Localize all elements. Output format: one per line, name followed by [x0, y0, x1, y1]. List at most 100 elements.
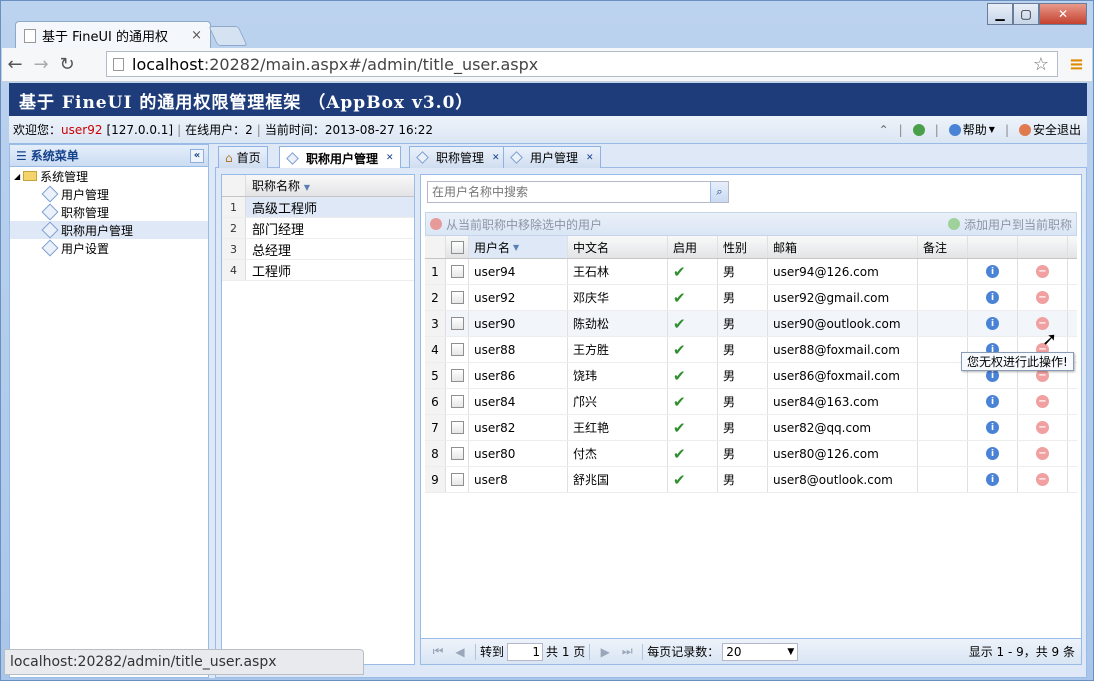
tab-label: 用户管理 — [530, 151, 579, 165]
username-cell: user88 — [469, 337, 568, 362]
table-row[interactable]: 1 高级工程师 — [222, 197, 414, 218]
table-row[interactable]: 2 user92 邓庆华 ✔ 男 user92@gmail.com i − — [425, 285, 1077, 311]
table-row[interactable]: 6 user84 邝兴 ✔ 男 user84@163.com i − — [425, 389, 1077, 415]
tab-close-icon[interactable]: × — [191, 28, 202, 43]
select-all-checkbox[interactable] — [446, 236, 469, 258]
row-checkbox[interactable] — [446, 441, 469, 466]
info-cell: i — [968, 311, 1018, 336]
column-header-enabled[interactable]: 启用 — [668, 236, 718, 258]
bookmark-star-icon[interactable]: ☆ — [1033, 54, 1049, 75]
tooltip: 您无权进行此操作! — [961, 352, 1074, 371]
info-icon[interactable]: i — [986, 473, 999, 486]
tab-home[interactable]: ⌂ 首页 — [218, 146, 268, 168]
delete-icon[interactable]: − — [1036, 291, 1049, 304]
browser-window: 基于 FineUI 的通用权 × ▁ ▢ ✕ ← → ↻ localhost:2… — [0, 0, 1094, 681]
table-row[interactable]: 1 user94 王石林 ✔ 男 user94@126.com i − — [425, 259, 1077, 285]
remark-cell — [918, 441, 968, 466]
table-row[interactable]: 3 总经理 — [222, 239, 414, 260]
row-checkbox[interactable] — [446, 389, 469, 414]
total-pages: 共 1 页 — [546, 645, 586, 659]
address-bar[interactable]: localhost:20282/main.aspx#/admin/title_u… — [106, 51, 1058, 77]
tab-close-icon[interactable]: ✕ — [386, 153, 394, 163]
delete-icon[interactable]: − — [1036, 395, 1049, 408]
collapse-up-icon[interactable]: ⌃ — [879, 123, 889, 137]
minimize-button[interactable]: ▁ — [987, 3, 1013, 25]
next-page-icon[interactable]: ▶ — [594, 645, 616, 659]
row-checkbox[interactable] — [446, 363, 469, 388]
maximize-button[interactable]: ▢ — [1013, 3, 1039, 25]
column-header-title[interactable]: 职称名称 ▼ — [246, 177, 310, 194]
refresh-icon[interactable] — [912, 123, 925, 136]
sidebar-item-user-manage[interactable]: 用户管理 — [10, 185, 208, 203]
new-tab-button[interactable] — [208, 26, 248, 46]
column-header-username[interactable]: 用户名 ▼ — [469, 236, 568, 258]
search-icon[interactable]: ⌕ — [710, 182, 728, 202]
row-number: 4 — [425, 337, 446, 362]
info-cell: i — [968, 285, 1018, 310]
back-icon[interactable]: ← — [2, 54, 28, 75]
tab-close-icon[interactable]: ✕ — [492, 153, 500, 163]
sidebar-item-user-settings[interactable]: 用户设置 — [10, 239, 208, 257]
online-label: 在线用户： — [185, 123, 246, 137]
check-icon: ✔ — [673, 262, 686, 281]
delete-cell: − — [1018, 259, 1068, 284]
last-page-icon[interactable]: ⏭ — [616, 644, 638, 659]
tab-title-user[interactable]: 职称用户管理 ✕ — [279, 146, 401, 169]
search-box: ⌕ — [427, 181, 729, 203]
reload-icon[interactable]: ↻ — [54, 54, 80, 75]
help-button[interactable]: 帮助 ▼ — [948, 121, 995, 138]
remove-users-button[interactable]: 从当前职称中移除选中的用户 — [430, 216, 602, 233]
delete-icon[interactable]: − — [1036, 265, 1049, 278]
table-row[interactable]: 7 user82 王红艳 ✔ 男 user82@qq.com i − — [425, 415, 1077, 441]
row-checkbox[interactable] — [446, 467, 469, 492]
tab-title: 基于 FineUI 的通用权 — [42, 30, 168, 45]
page-size-select[interactable]: 20 ▼ — [722, 642, 799, 661]
sidebar-item-title-manage[interactable]: 职称管理 — [10, 203, 208, 221]
menu-list-icon: ☰ — [16, 148, 27, 163]
delete-icon[interactable]: − — [1036, 421, 1049, 434]
tab-title-manage[interactable]: 职称管理 ✕ — [409, 146, 507, 168]
rownumber-header — [222, 175, 246, 196]
table-row[interactable]: 3 user90 陈劲松 ✔ 男 user90@outlook.com i − — [425, 311, 1077, 337]
collapse-sidebar-button[interactable]: « — [190, 148, 204, 163]
tree-node-root[interactable]: ◢ 系统管理 — [10, 167, 208, 185]
info-icon[interactable]: i — [986, 447, 999, 460]
row-checkbox[interactable] — [446, 311, 469, 336]
tab-close-icon[interactable]: ✕ — [586, 153, 594, 163]
row-checkbox[interactable] — [446, 415, 469, 440]
prev-page-icon[interactable]: ◀ — [449, 645, 471, 659]
table-row[interactable]: 9 user8 舒兆国 ✔ 男 user8@outlook.com i − — [425, 467, 1077, 493]
add-users-button[interactable]: 添加用户到当前职称 — [947, 216, 1072, 233]
info-icon[interactable]: i — [986, 265, 999, 278]
info-icon[interactable]: i — [986, 395, 999, 408]
row-checkbox[interactable] — [446, 285, 469, 310]
chinese-name-cell: 付杰 — [568, 441, 668, 466]
forward-icon[interactable]: → — [28, 54, 54, 75]
page-number-input[interactable] — [507, 642, 544, 661]
column-header-email[interactable]: 邮箱 — [768, 236, 918, 258]
info-cell: i — [968, 259, 1018, 284]
logout-button[interactable]: 安全退出 — [1018, 121, 1081, 138]
search-input[interactable] — [428, 182, 710, 202]
expand-arrow-icon[interactable]: ◢ — [14, 172, 20, 181]
info-icon[interactable]: i — [986, 291, 999, 304]
table-row[interactable]: 8 user80 付杰 ✔ 男 user80@126.com i − — [425, 441, 1077, 467]
tab-user-manage[interactable]: 用户管理 ✕ — [503, 146, 601, 168]
delete-icon[interactable]: − — [1036, 473, 1049, 486]
table-row[interactable]: 4 工程师 — [222, 260, 414, 281]
browser-tab[interactable]: 基于 FineUI 的通用权 × — [15, 21, 211, 49]
column-header-gender[interactable]: 性别 — [718, 236, 768, 258]
info-icon[interactable]: i — [986, 421, 999, 434]
table-row[interactable]: 2 部门经理 — [222, 218, 414, 239]
first-page-icon[interactable]: ⏮ — [427, 644, 449, 659]
column-header-chinese-name[interactable]: 中文名 — [568, 236, 668, 258]
window-controls: ▁ ▢ ✕ — [987, 3, 1087, 25]
browser-menu-icon[interactable]: ≡ — [1069, 54, 1084, 75]
sidebar-item-title-user[interactable]: 职称用户管理 — [10, 221, 208, 239]
row-checkbox[interactable] — [446, 259, 469, 284]
close-button[interactable]: ✕ — [1039, 3, 1087, 25]
info-icon[interactable]: i — [986, 317, 999, 330]
delete-icon[interactable]: − — [1036, 447, 1049, 460]
column-header-remark[interactable]: 备注 — [918, 236, 968, 258]
row-checkbox[interactable] — [446, 337, 469, 362]
